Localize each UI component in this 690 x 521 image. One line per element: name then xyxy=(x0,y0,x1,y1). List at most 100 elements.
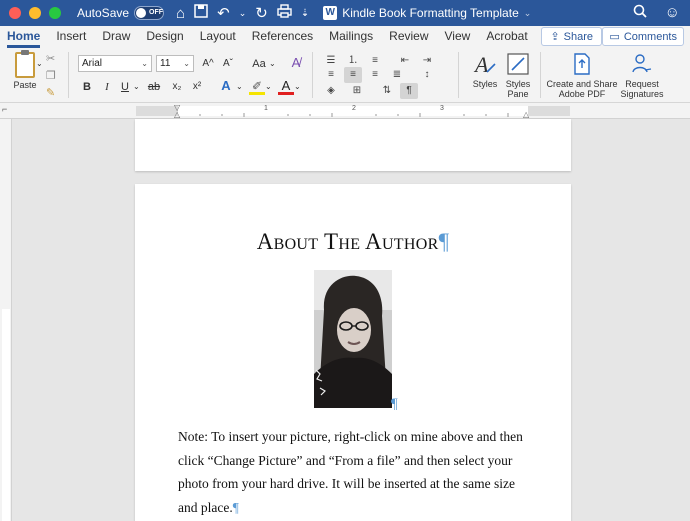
highlight-dropdown-icon[interactable]: ⌄ xyxy=(265,79,272,95)
styles-pane-label-1: Styles xyxy=(505,79,531,89)
autosave[interactable]: AutoSave OFF xyxy=(77,6,165,20)
format-painter-icon[interactable]: ✎ xyxy=(46,86,56,99)
align-center-icon[interactable]: ≡ xyxy=(344,67,362,83)
chevron-down-icon: ⌄ xyxy=(141,59,148,68)
cut-icon[interactable]: ✂ xyxy=(46,52,56,65)
shading-icon[interactable]: ◈ xyxy=(322,83,340,99)
create-share-pdf-button[interactable]: Create and Share Adobe PDF xyxy=(546,52,618,99)
document-title-text: Kindle Book Formatting Template xyxy=(342,6,519,20)
superscript-button[interactable]: x² xyxy=(190,79,204,95)
smiley-feedback-icon[interactable]: ☺ xyxy=(665,4,680,22)
change-case-dropdown-icon[interactable]: ⌄ xyxy=(269,56,276,72)
share-button[interactable]: ⇪ Share xyxy=(541,27,602,46)
note-line: and place. xyxy=(178,499,233,515)
shrink-font-button[interactable]: Aˇ xyxy=(220,56,236,72)
horizontal-ruler[interactable]: ⌐ 1 2 3 ▽ △ △ xyxy=(0,103,690,119)
sort-icon[interactable]: ⇅ xyxy=(378,83,396,99)
tab-stop-icon[interactable]: ⌐ xyxy=(2,104,7,114)
tab-draw[interactable]: Draw xyxy=(102,26,130,48)
redo-icon[interactable]: ↻ xyxy=(255,4,268,22)
ribbon-divider xyxy=(458,52,459,98)
underline-button[interactable]: U xyxy=(118,79,132,95)
word-document-icon: W xyxy=(323,6,338,20)
tab-review[interactable]: Review xyxy=(389,26,428,48)
subscript-button[interactable]: x₂ xyxy=(170,79,184,95)
tab-acrobat[interactable]: Acrobat xyxy=(486,26,527,48)
font-size-select[interactable]: 11 ⌄ xyxy=(156,55,194,72)
share-label: Share xyxy=(563,30,593,43)
vertical-ruler[interactable] xyxy=(0,119,12,521)
line-spacing-icon[interactable]: ↕ xyxy=(418,67,436,83)
title-bar: AutoSave OFF ⌂ ↶ ⌄ ↻ ⇣ W Kindle Book For… xyxy=(0,0,690,26)
styles-button[interactable]: A Styles xyxy=(468,52,502,89)
text-effects-dropdown-icon[interactable]: ⌄ xyxy=(236,79,243,95)
italic-button[interactable]: I xyxy=(100,79,114,95)
left-indent-marker[interactable]: △ xyxy=(174,110,180,119)
styles-pane-label-2: Pane xyxy=(507,89,529,99)
text-effects-icon[interactable]: A xyxy=(218,78,234,94)
highlight-icon[interactable]: ✐ xyxy=(249,78,265,95)
grow-font-button[interactable]: A^ xyxy=(200,56,216,72)
tab-insert[interactable]: Insert xyxy=(56,26,86,48)
ribbon-divider xyxy=(312,52,313,98)
borders-icon[interactable]: ⊞ xyxy=(348,83,366,99)
autosave-label: AutoSave xyxy=(77,6,130,20)
note-paragraph[interactable]: Note: To insert your picture, right-clic… xyxy=(178,425,538,519)
svg-text:A: A xyxy=(473,52,489,76)
strikethrough-button[interactable]: ab xyxy=(146,79,162,95)
ribbon-divider xyxy=(540,52,541,98)
request-signatures-button[interactable]: Request Signatures xyxy=(620,52,664,99)
zoom-window-button[interactable] xyxy=(49,7,61,19)
paste-dropdown-icon[interactable]: ⌄ xyxy=(36,56,43,72)
autosave-toggle[interactable]: OFF xyxy=(134,6,165,20)
ribbon-home: Paste ⌄ ✂ ❐ ✎ Arial ⌄ 11 ⌄ A^ Aˇ Aa ⌄ A̸… xyxy=(0,48,690,103)
close-window-button[interactable] xyxy=(9,7,21,19)
comments-button[interactable]: ▭ Comments xyxy=(602,27,684,46)
styles-icon: A xyxy=(473,52,497,77)
tab-references[interactable]: References xyxy=(252,26,313,48)
font-name-select[interactable]: Arial ⌄ xyxy=(78,55,152,72)
show-formatting-marks-button[interactable]: ¶ xyxy=(400,83,418,99)
bold-button[interactable]: B xyxy=(80,79,94,95)
titlebar-right: ☺ xyxy=(633,4,680,22)
print-icon[interactable] xyxy=(277,4,292,22)
note-line: click “Change Picture” and “From a file”… xyxy=(178,452,513,468)
save-icon[interactable] xyxy=(194,4,208,22)
minimize-window-button[interactable] xyxy=(29,7,41,19)
align-left-icon[interactable]: ≡ xyxy=(322,67,340,83)
paragraph-mark: ¶ xyxy=(232,499,239,515)
undo-dropdown-icon[interactable]: ⌄ xyxy=(239,8,247,19)
styles-pane-button[interactable]: Styles Pane xyxy=(503,52,533,99)
align-right-icon[interactable]: ≡ xyxy=(366,67,384,83)
search-icon[interactable] xyxy=(633,4,647,22)
tab-view[interactable]: View xyxy=(445,26,471,48)
customize-toolbar-icon[interactable]: ⇣ xyxy=(301,8,309,19)
clear-formatting-icon[interactable]: A̸ xyxy=(288,55,304,71)
tab-design[interactable]: Design xyxy=(146,26,183,48)
document-page-previous[interactable] xyxy=(135,119,571,171)
note-line: Note: To insert your picture, right-clic… xyxy=(178,429,523,444)
underline-dropdown-icon[interactable]: ⌄ xyxy=(133,79,140,95)
document-page[interactable]: About The Author¶ ¶ Note: To insert your… xyxy=(135,184,571,521)
clipboard-icon xyxy=(15,50,35,78)
paste-label: Paste xyxy=(13,80,37,90)
undo-icon[interactable]: ↶ xyxy=(217,4,230,22)
document-title[interactable]: W Kindle Book Formatting Template ⌄ xyxy=(323,6,531,20)
justify-icon[interactable]: ≣ xyxy=(388,67,406,83)
font-color-icon[interactable]: A xyxy=(278,78,294,95)
tab-home[interactable]: Home xyxy=(7,26,41,48)
shading-tools: ◈ ⊞ ⇅ ¶ xyxy=(322,83,418,99)
author-photo[interactable] xyxy=(314,270,392,408)
heading-text: About The Author xyxy=(256,229,439,254)
tab-mailings[interactable]: Mailings xyxy=(329,26,373,48)
right-indent-marker[interactable]: △ xyxy=(523,110,529,119)
change-case-button[interactable]: Aa xyxy=(248,56,270,72)
copy-icon[interactable]: ❐ xyxy=(46,69,56,82)
pdf-export-icon xyxy=(570,52,594,76)
page-heading[interactable]: About The Author¶ xyxy=(135,229,571,255)
home-icon[interactable]: ⌂ xyxy=(176,5,185,22)
signature-icon xyxy=(630,52,654,76)
font-color-dropdown-icon[interactable]: ⌄ xyxy=(294,79,301,95)
tab-layout[interactable]: Layout xyxy=(200,26,236,48)
font-size-value: 11 xyxy=(160,58,171,69)
